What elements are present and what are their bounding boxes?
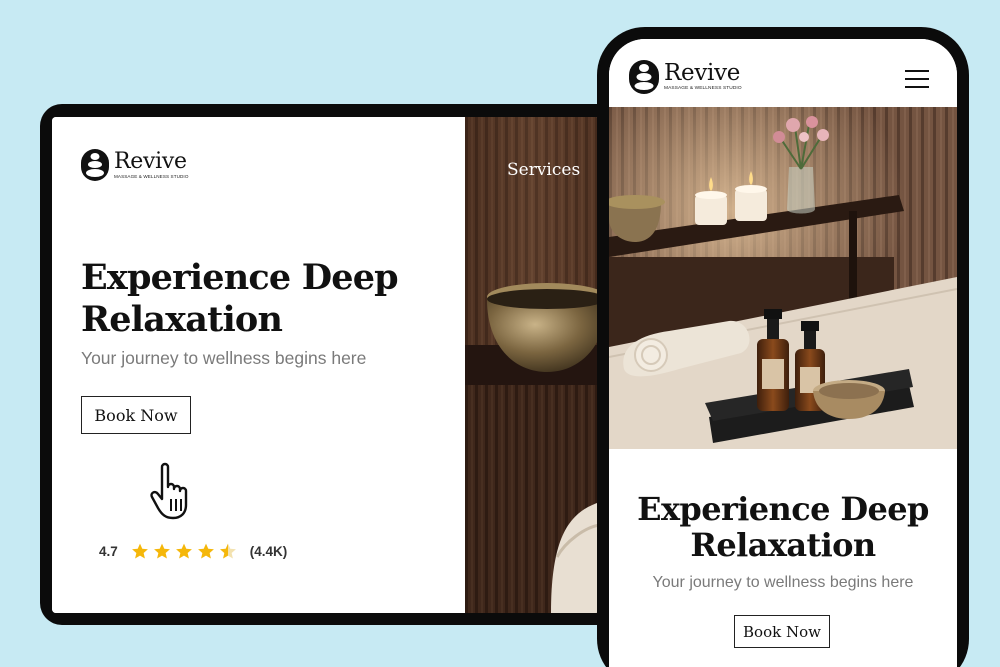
spa-hero-photo: [609, 107, 957, 449]
hero-title: Experience Deep Relaxation: [81, 257, 399, 340]
rating-value: 4.7: [99, 544, 118, 559]
hero-subtitle: Your journey to wellness begins here: [81, 348, 367, 368]
phone-header: Revive MASSAGE & WELLNESS STUDIO: [609, 39, 957, 107]
hero-title: Experience Deep Relaxation: [637, 490, 929, 564]
brand-tagline: MASSAGE & WELLNESS STUDIO: [664, 86, 742, 92]
star-icon: [175, 543, 192, 559]
brand-tagline: MASSAGE & WELLNESS STUDIO: [114, 173, 189, 179]
brand-name: Revive: [664, 60, 741, 87]
book-now-button[interactable]: Book Now: [81, 396, 191, 434]
spa-photo: [465, 117, 600, 613]
tablet-device: Revive MASSAGE & WELLNESS STUDIO Experie…: [40, 104, 660, 625]
star-icon: [153, 543, 170, 559]
rating-widget: 4.7 (4.4K): [99, 542, 287, 561]
hamburger-menu-icon[interactable]: [905, 70, 929, 88]
phone-screen: Revive MASSAGE & WELLNESS STUDIO Experie…: [609, 39, 957, 667]
stones-logo-icon: [81, 149, 109, 181]
stones-logo-icon: [629, 60, 659, 94]
hero-subtitle: Your journey to wellness begins here: [652, 574, 914, 591]
hand-pointer-cursor-icon: [150, 462, 188, 520]
rating-stars: [130, 542, 238, 561]
tablet-content-panel: Revive MASSAGE & WELLNESS STUDIO Experie…: [52, 117, 465, 613]
book-now-button[interactable]: Book Now: [734, 615, 830, 648]
nav-services-link[interactable]: Services: [507, 160, 580, 180]
rating-count: (4.4K): [249, 544, 288, 559]
brand-logo[interactable]: Revive MASSAGE & WELLNESS STUDIO: [81, 149, 189, 181]
brand-logo[interactable]: Revive MASSAGE & WELLNESS STUDIO: [629, 60, 742, 94]
star-icon: [197, 543, 214, 559]
star-icon: [131, 543, 148, 559]
brand-name: Revive: [114, 148, 187, 174]
tablet-screen: Revive MASSAGE & WELLNESS STUDIO Experie…: [52, 117, 600, 613]
phone-device: Revive MASSAGE & WELLNESS STUDIO Experie…: [597, 27, 969, 667]
half-star-icon: [219, 543, 236, 559]
